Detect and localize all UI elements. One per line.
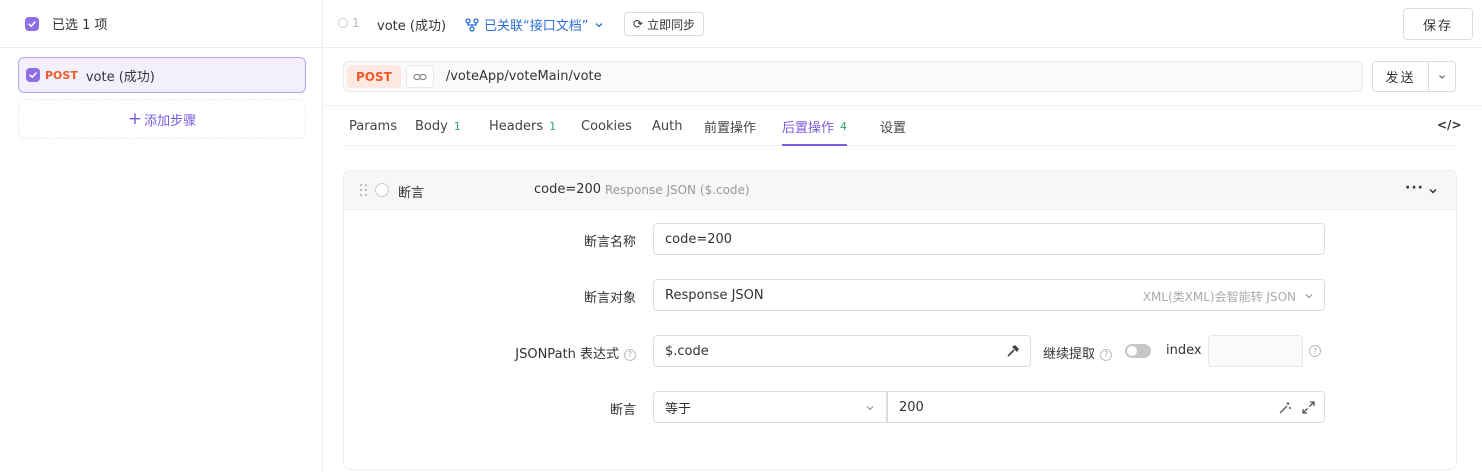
send-button-group: 发送 — [1372, 61, 1456, 92]
expand-icon[interactable] — [1302, 401, 1315, 414]
hammer-icon[interactable] — [1006, 344, 1020, 358]
help-icon[interactable]: ? — [1100, 348, 1113, 361]
select-all-checkbox[interactable] — [25, 16, 39, 31]
tab-settings[interactable]: 设置 — [880, 106, 906, 146]
tab-params[interactable]: Params — [349, 106, 397, 146]
expected-value-input[interactable]: 200 — [887, 391, 1325, 423]
assertion-target-value: Response JSON — [665, 287, 764, 303]
assertion-name: code=200 — [534, 182, 602, 197]
assertion-card: 断言 code=200 Response JSON ($.code) ··· 断… — [343, 170, 1457, 470]
continue-extract-label: 继续提取 — [1043, 347, 1096, 362]
add-step-label: 添加步骤 — [144, 113, 197, 129]
assertion-target-hint: XML(类XML)会智能转 JSON — [1142, 290, 1296, 304]
link-icon — [465, 17, 479, 32]
send-button[interactable]: 发送 — [1373, 62, 1429, 91]
linked-doc-dropdown[interactable]: 已关联“接口文档” — [465, 15, 611, 34]
tab-label: 前置操作 — [704, 120, 757, 136]
save-button[interactable]: 保存 — [1403, 8, 1473, 40]
assertion-operator-select[interactable]: 等于 — [653, 391, 887, 423]
tab-label: 设置 — [880, 120, 907, 136]
tab-post-processors[interactable]: 后置操作 4 — [782, 106, 848, 146]
linked-doc-label: 已关联“接口文档” — [484, 19, 589, 34]
step-order: 1 — [338, 16, 360, 30]
drag-handle-icon[interactable] — [360, 184, 368, 196]
tab-label: Auth — [652, 118, 683, 134]
chevron-down-icon — [1429, 188, 1437, 194]
link-toggle-button[interactable] — [405, 65, 434, 88]
request-url-input[interactable]: /voteApp/voteMain/vote — [446, 69, 602, 84]
send-options-dropdown[interactable] — [1429, 62, 1455, 91]
index-label: index — [1166, 343, 1202, 358]
assertion-operator-label: 断言 — [609, 403, 636, 418]
tab-cookies[interactable]: Cookies — [581, 106, 632, 146]
chevron-down-icon — [596, 22, 603, 27]
step-title: vote (成功) — [377, 19, 447, 34]
chevron-down-icon — [866, 406, 874, 411]
jsonpath-label-row: JSONPath 表达式? — [474, 343, 636, 362]
jsonpath-label: JSONPath 表达式 — [515, 347, 619, 362]
selection-header: 已选 1 项 — [0, 0, 323, 48]
chevron-down-icon — [1439, 74, 1445, 79]
assertion-target-select[interactable]: Response JSON XML(类XML)会智能转 JSON — [653, 279, 1325, 311]
request-tabs: Params Body 1 Headers 1 Cookies Auth 前置操… — [343, 106, 1462, 146]
tab-label: Body — [415, 118, 448, 134]
assertion-header[interactable]: 断言 code=200 Response JSON ($.code) ··· — [344, 171, 1456, 210]
assertion-name-input[interactable]: code=200 — [653, 223, 1325, 255]
assertion-type-label: 断言 — [398, 186, 425, 201]
continue-extract-row: 继续提取? — [1043, 343, 1113, 362]
step-order-number: 1 — [352, 16, 360, 30]
step-method-badge: POST — [45, 68, 78, 82]
collapse-toggle[interactable] — [1427, 185, 1439, 201]
tab-pre-processors[interactable]: 前置操作 — [704, 106, 756, 146]
plus-icon: + — [127, 108, 143, 129]
continue-extract-toggle[interactable] — [1125, 344, 1151, 358]
jsonpath-input[interactable]: $.code — [653, 335, 1031, 367]
code-view-icon[interactable]: </> — [1437, 118, 1462, 132]
steps-panel: 已选 1 项 POST vote (成功) + 添加步骤 — [0, 0, 323, 472]
request-url-bar: POST /voteApp/voteMain/vote — [343, 61, 1363, 92]
magic-wand-icon[interactable] — [1278, 401, 1292, 415]
add-step-button[interactable]: + 添加步骤 — [18, 99, 306, 139]
operator-value: 等于 — [665, 401, 692, 417]
tab-label: 后置操作 — [782, 120, 835, 136]
tab-count-badge: 1 — [453, 119, 461, 133]
jsonpath-value: $.code — [665, 343, 709, 359]
selected-count-label: 已选 1 项 — [52, 18, 108, 33]
assertion-name-label: 断言名称 — [583, 235, 636, 250]
step-name: vote (成功) — [85, 69, 155, 85]
chevron-down-icon — [1305, 294, 1313, 299]
tab-count-badge: 4 — [840, 119, 848, 133]
expected-value: 200 — [899, 399, 924, 415]
chain-link-icon — [413, 73, 427, 80]
tab-label: Cookies — [581, 118, 632, 134]
sync-now-button[interactable]: ⟳ 立即同步 — [624, 12, 705, 36]
refresh-icon: ⟳ — [633, 17, 644, 31]
tab-count-badge: 1 — [549, 119, 557, 133]
assertion-enable-checkbox[interactable] — [375, 183, 389, 197]
help-icon[interactable]: ? — [624, 348, 636, 361]
sync-label: 立即同步 — [647, 17, 696, 32]
step-checkbox[interactable] — [26, 68, 40, 82]
assertion-target-label: 断言对象 — [583, 291, 636, 306]
more-options-icon[interactable]: ··· — [1405, 180, 1424, 196]
tab-label: Headers — [489, 118, 544, 134]
tab-headers[interactable]: Headers 1 — [489, 106, 556, 146]
tab-label: Params — [349, 118, 397, 134]
order-icon — [338, 18, 348, 28]
step-item-vote[interactable]: POST vote (成功) — [18, 57, 306, 93]
tab-body[interactable]: Body 1 — [415, 106, 461, 146]
index-input[interactable] — [1208, 335, 1303, 367]
help-icon[interactable]: ? — [1309, 345, 1321, 357]
request-method-badge[interactable]: POST — [347, 65, 401, 88]
top-bar: 1 vote (成功) 已关联“接口文档” ⟳ 立即同步 保存 — [324, 0, 1482, 48]
assertion-description: Response JSON ($.code) — [605, 183, 750, 197]
check-icon — [29, 72, 37, 78]
check-icon — [28, 20, 36, 27]
tab-auth[interactable]: Auth — [652, 106, 682, 146]
